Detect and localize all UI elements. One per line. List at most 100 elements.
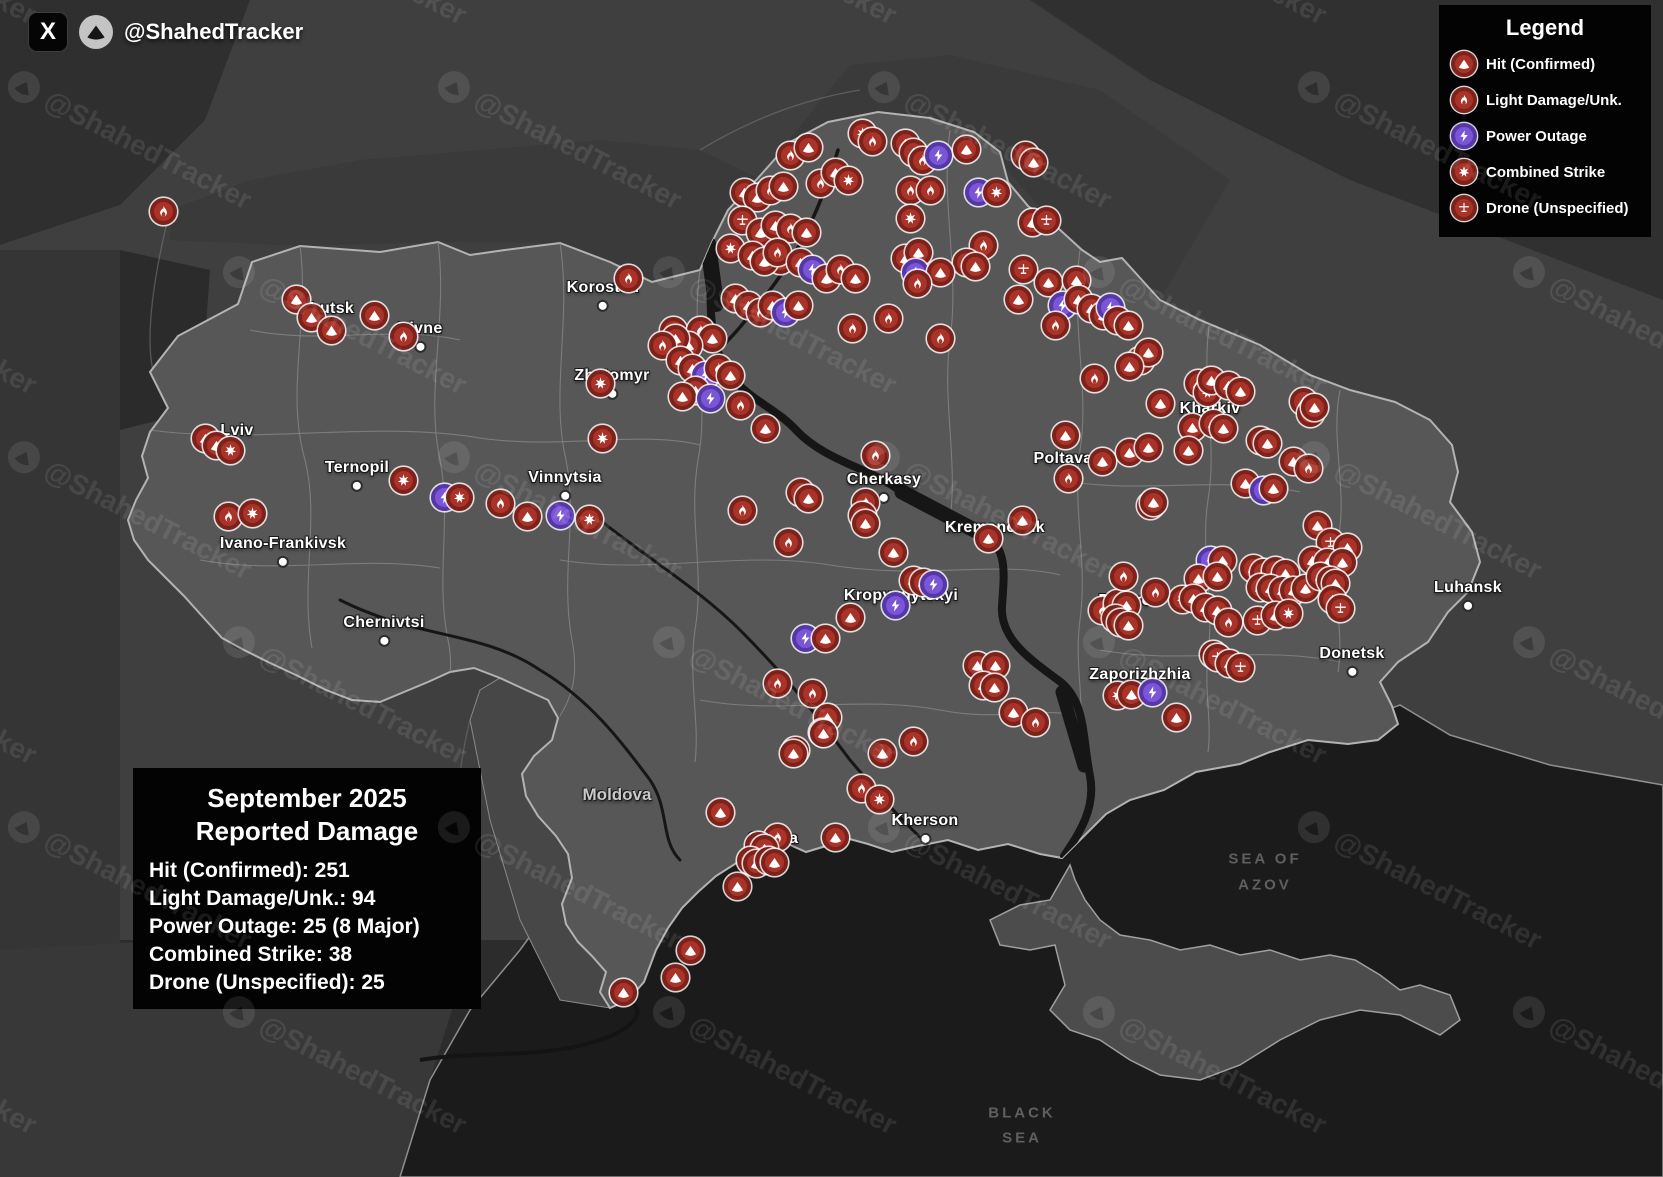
marker-fire[interactable] [1081,365,1108,392]
marker-fire[interactable] [1142,579,1169,606]
marker-hit[interactable] [1227,378,1254,405]
marker-hit[interactable] [361,302,388,329]
shahedtracker-logo-icon[interactable] [79,15,113,49]
marker-fire[interactable] [1042,312,1069,339]
marker-drone[interactable] [1227,654,1254,681]
marker-hit[interactable] [1147,390,1174,417]
marker-hit[interactable] [1175,437,1202,464]
marker-hit[interactable] [795,485,822,512]
marker-combo[interactable] [866,786,893,813]
marker-hit[interactable] [707,799,734,826]
marker-hit[interactable] [1260,475,1287,502]
marker-hit[interactable] [795,134,822,161]
marker-hit[interactable] [1035,269,1062,296]
marker-combo[interactable] [239,500,266,527]
marker-combo[interactable] [446,484,473,511]
marker-power[interactable] [1139,679,1166,706]
marker-fire[interactable] [729,497,756,524]
marker-hit[interactable] [1204,563,1231,590]
marker-hit[interactable] [852,510,879,537]
marker-hit[interactable] [837,604,864,631]
marker-hit[interactable] [1089,448,1116,475]
marker-hit[interactable] [1115,312,1142,339]
marker-hit[interactable] [1052,422,1079,449]
marker-hit[interactable] [810,720,837,747]
marker-hit[interactable] [780,740,807,767]
marker-hit[interactable] [1116,353,1143,380]
x-logo-icon[interactable]: X [28,12,68,52]
marker-hit[interactable] [962,253,989,280]
marker-fire[interactable] [487,490,514,517]
marker-hit[interactable] [1005,286,1032,313]
marker-fire[interactable] [1055,465,1082,492]
marker-hit[interactable] [1254,430,1281,457]
marker-fire[interactable] [150,198,177,225]
marker-hit[interactable] [1020,149,1047,176]
marker-hit[interactable] [869,740,896,767]
marker-hit[interactable] [822,824,849,851]
marker-hit[interactable] [842,265,869,292]
marker-power[interactable] [547,502,574,529]
marker-fire[interactable] [1110,563,1137,590]
marker-fire[interactable] [764,670,791,697]
marker-hit[interactable] [1301,394,1328,421]
marker-hit[interactable] [318,317,345,344]
account-handle[interactable]: @ShahedTracker [124,19,303,45]
marker-fire[interactable] [1215,609,1242,636]
marker-hit[interactable] [1115,612,1142,639]
marker-hit[interactable] [610,979,637,1006]
marker-fire[interactable] [839,315,866,342]
marker-hit[interactable] [953,136,980,163]
marker-hit[interactable] [1140,489,1167,516]
marker-fire[interactable] [875,305,902,332]
marker-combo[interactable] [835,167,862,194]
marker-hit[interactable] [669,383,696,410]
marker-fire[interactable] [615,265,642,292]
marker-fire[interactable] [904,270,931,297]
marker-hit[interactable] [717,362,744,389]
marker-hit[interactable] [1163,704,1190,731]
marker-fire[interactable] [775,529,802,556]
marker-hit[interactable] [981,674,1008,701]
marker-power[interactable] [920,571,947,598]
marker-power[interactable] [925,142,952,169]
marker-hit[interactable] [927,259,954,286]
marker-hit[interactable] [677,937,704,964]
marker-hit[interactable] [975,525,1002,552]
marker-combo[interactable] [576,506,603,533]
marker-combo[interactable] [983,179,1010,206]
marker-power[interactable] [697,385,724,412]
marker-hit[interactable] [785,292,812,319]
marker-fire[interactable] [862,442,889,469]
marker-fire[interactable] [900,728,927,755]
marker-power[interactable] [882,592,909,619]
marker-combo[interactable] [589,425,616,452]
marker-hit[interactable] [1210,415,1237,442]
marker-hit[interactable] [812,625,839,652]
marker-drone[interactable] [1033,207,1060,234]
marker-hit[interactable] [699,325,726,352]
marker-combo[interactable] [390,467,417,494]
marker-hit[interactable] [514,503,541,530]
marker-fire[interactable] [215,503,242,530]
marker-fire[interactable] [1295,455,1322,482]
marker-fire[interactable] [927,325,954,352]
marker-combo[interactable] [217,437,244,464]
marker-hit[interactable] [793,219,820,246]
marker-hit[interactable] [724,873,751,900]
marker-combo[interactable] [897,205,924,232]
marker-fire[interactable] [859,128,886,155]
marker-drone[interactable] [1010,256,1037,283]
marker-fire[interactable] [799,680,826,707]
marker-fire[interactable] [390,323,417,350]
marker-drone[interactable] [1327,595,1354,622]
marker-fire[interactable] [727,392,754,419]
marker-fire[interactable] [917,177,944,204]
marker-hit[interactable] [761,849,788,876]
marker-combo[interactable] [587,370,614,397]
marker-hit[interactable] [662,964,689,991]
marker-hit[interactable] [752,415,779,442]
marker-combo[interactable] [1275,600,1302,627]
marker-hit[interactable] [880,539,907,566]
marker-hit[interactable] [1009,507,1036,534]
